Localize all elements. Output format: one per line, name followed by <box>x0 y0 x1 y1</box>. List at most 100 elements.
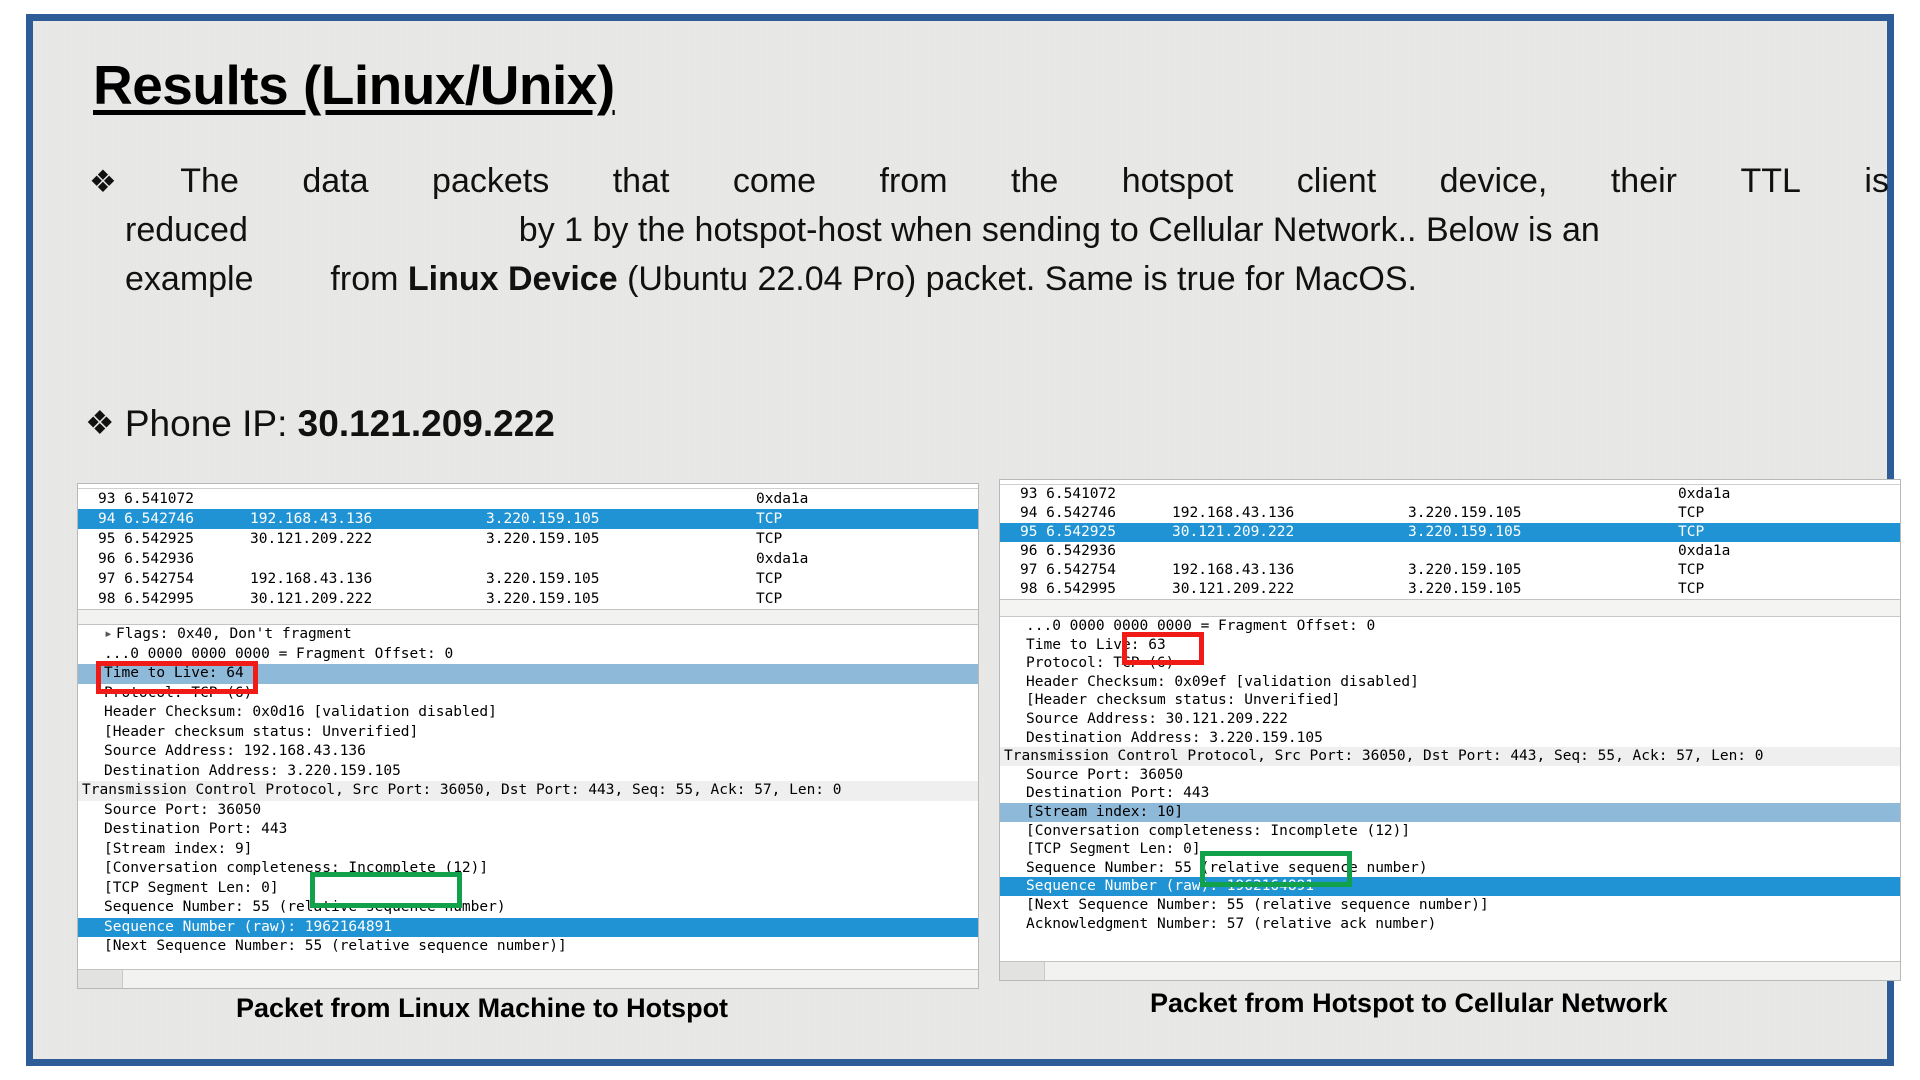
packet-detail-field-text: Source Address: 30.121.209.222 <box>1026 710 1288 727</box>
packet-detail-field[interactable]: [Header checksum status: Unverified] <box>1000 691 1900 710</box>
status-bar <box>78 969 978 988</box>
packet-source <box>1116 542 1408 561</box>
packet-number-and-time: 95 6.542925 <box>1019 524 1116 540</box>
packet-detail-field-text: [TCP Segment Len: 0] <box>104 879 279 896</box>
packet-detail-field[interactable]: Source Address: 192.168.43.136 <box>78 742 978 762</box>
packet-destination <box>486 489 756 509</box>
packet-destination: 3.220.159.105 <box>486 571 600 587</box>
packet-detail-field-text: ...0 0000 0000 0000 = Fragment Offset: 0 <box>104 645 454 662</box>
packet-detail-field[interactable]: [Next Sequence Number: 55 (relative sequ… <box>1000 896 1900 915</box>
packet-detail-field[interactable]: [TCP Segment Len: 0] <box>78 879 978 899</box>
packet-source: 30.121.209.222 <box>250 591 373 607</box>
packet-detail-field[interactable]: ...0 0000 0000 0000 = Fragment Offset: 0 <box>1000 617 1900 636</box>
packet-detail-field[interactable]: [Next Sequence Number: 55 (relative sequ… <box>78 937 978 957</box>
packet-list-row[interactable]: 94 6.542746 192.168.43.136 3.220.159.105 TC… <box>78 509 978 529</box>
packet-list-row[interactable]: 97 6.542754 192.168.43.136 3.220.159.105 TC… <box>78 569 978 589</box>
packet-number-and-time: 94 6.542746 <box>97 511 194 527</box>
packet-detail-field[interactable]: Transmission Control Protocol, Src Port:… <box>78 781 978 801</box>
packet-list-row[interactable]: 96 6.542936 0xda1a <box>78 549 978 569</box>
packet-detail-field[interactable]: ▸ Flags: 0x40, Don't fragment <box>78 625 978 645</box>
packet-protocol: TCP <box>1678 505 1705 521</box>
packet-detail-field[interactable]: Protocol: TCP (6) <box>78 684 978 704</box>
packet-detail-field[interactable]: Destination Port: 443 <box>1000 784 1900 803</box>
packet-detail-field[interactable]: Time to Live: 64 <box>78 664 978 684</box>
packet-protocol: 0xda1a <box>1678 543 1731 559</box>
bullet-word: come <box>732 162 817 200</box>
packet-detail-field-text: Sequence Number (raw): 1962164891 <box>1026 878 1315 895</box>
packet-list-right[interactable]: 93 6.541072 0xda1a 94 6.542746 192.168.43.1… <box>1000 485 1900 599</box>
status-bar-nub <box>78 970 123 988</box>
packet-detail-field[interactable]: Source Port: 36050 <box>78 801 978 821</box>
packet-detail-field-text: [Stream index: 9] <box>104 840 253 857</box>
packet-list-row[interactable]: 93 6.541072 0xda1a <box>1000 485 1900 504</box>
bullet-word: from <box>879 162 948 200</box>
status-bar <box>1000 961 1900 980</box>
packet-detail-field-text: [Next Sequence Number: 55 (relative sequ… <box>1026 896 1489 913</box>
packet-detail-right[interactable]: ...0 0000 0000 0000 = Fragment Offset: 0… <box>1000 617 1900 934</box>
packet-detail-field[interactable]: Sequence Number (raw): 1962164891 <box>1000 877 1900 896</box>
packet-detail-field-text: [Conversation completeness: Incomplete (… <box>104 860 489 876</box>
packet-detail-field[interactable]: [Conversation completeness: Incomplete (… <box>1000 822 1900 841</box>
packet-detail-field[interactable]: Destination Address: 3.220.159.105 <box>1000 729 1900 748</box>
bullet-word: their <box>1610 162 1677 200</box>
packet-detail-field-text: Sequence Number: 55 (relative sequence n… <box>104 899 506 915</box>
packet-detail-field-text: [Next Sequence Number: 55 (relative sequ… <box>104 938 567 954</box>
packet-source: 192.168.43.136 <box>1172 505 1295 521</box>
packet-detail-field[interactable]: Sequence Number (raw): 1962164891 <box>78 917 978 937</box>
packet-detail-field[interactable]: Transmission Control Protocol, Src Port:… <box>1000 747 1900 766</box>
packet-detail-field[interactable]: Acknowledgment Number: 57 (relative ack … <box>1000 915 1900 934</box>
packet-source: 192.168.43.136 <box>250 511 373 527</box>
packet-detail-field[interactable]: Time to Live: 63 <box>1000 636 1900 655</box>
packet-detail-field[interactable]: [Stream index: 10] <box>1000 802 1900 822</box>
slide: Results (Linux/Unix) ❖ The data packets … <box>0 0 1920 1080</box>
packet-list-row[interactable]: 95 6.542925 30.121.209.222 3.220.159.105 TC… <box>78 529 978 549</box>
packet-list-row[interactable]: 98 6.542995 30.121.209.222 3.220.159.105 TC… <box>1000 580 1900 599</box>
packet-detail-field[interactable]: [Conversation completeness: Incomplete (… <box>78 859 978 879</box>
packet-detail-field[interactable]: Sequence Number: 55 (relative sequence n… <box>78 898 978 918</box>
packet-detail-field[interactable]: [Stream index: 9] <box>78 840 978 860</box>
packet-detail-field-text: Time to Live: 64 <box>104 665 244 681</box>
bullet-text-tail: (Ubuntu 22.04 Pro) packet. Same is true … <box>617 260 1417 298</box>
expand-arrow-icon[interactable]: ▸ <box>104 625 116 645</box>
packet-detail-field[interactable]: Destination Address: 3.220.159.105 <box>78 762 978 782</box>
packet-list-row[interactable]: 98 6.542995 30.121.209.222 3.220.159.105 TC… <box>78 589 978 609</box>
packet-number-and-time: 96 6.542936 <box>1019 543 1116 559</box>
packet-source <box>1116 485 1408 504</box>
pane-divider <box>78 609 978 625</box>
packet-detail-field[interactable]: Source Port: 36050 <box>1000 766 1900 785</box>
packet-detail-field[interactable]: Source Address: 30.121.209.222 <box>1000 710 1900 729</box>
packet-list-row[interactable]: 95 6.542925 30.121.209.222 3.220.159.105 TC… <box>1000 523 1900 542</box>
packet-detail-field[interactable]: ...0 0000 0000 0000 = Fragment Offset: 0 <box>78 645 978 665</box>
bullet-word: data <box>302 162 369 200</box>
packet-destination <box>1408 542 1678 561</box>
packet-list-row[interactable]: 96 6.542936 0xda1a <box>1000 542 1900 561</box>
bullet-word: is <box>1864 162 1889 200</box>
packet-detail-field[interactable]: Destination Port: 443 <box>78 820 978 840</box>
packet-destination <box>1408 485 1678 504</box>
bullet-word: TTL <box>1740 162 1801 200</box>
bullet-paragraph-1: ❖ The data packets that come from the ho… <box>89 157 1891 304</box>
packet-list-row[interactable]: 94 6.542746 192.168.43.136 3.220.159.105 TC… <box>1000 504 1900 523</box>
packet-detail-field[interactable]: [Header checksum status: Unverified] <box>78 723 978 743</box>
packet-source: 192.168.43.136 <box>250 571 373 587</box>
packet-destination <box>486 549 756 569</box>
diamond-bullet-icon: ❖ <box>85 404 115 441</box>
packet-detail-field[interactable]: [TCP Segment Len: 0] <box>1000 840 1900 859</box>
packet-protocol: TCP <box>1678 524 1705 540</box>
packet-protocol: TCP <box>1678 581 1705 597</box>
packet-detail-field-text: Transmission Control Protocol, Src Port:… <box>1004 748 1764 765</box>
packet-detail-field-text: Protocol: TCP (6) <box>1026 655 1175 672</box>
bullet-word: The <box>180 162 239 200</box>
wireshark-screenshot-left: 93 6.541072 0xda1a 94 6.542746 192.168.43.1… <box>77 483 979 989</box>
packet-list-row[interactable]: 93 6.541072 0xda1a <box>78 489 978 509</box>
packet-destination: 3.220.159.105 <box>1408 562 1522 578</box>
packet-list-left[interactable]: 93 6.541072 0xda1a 94 6.542746 192.168.43.1… <box>78 489 978 609</box>
packet-detail-left[interactable]: ▸ Flags: 0x40, Don't fragment ...0 0000 00… <box>78 625 978 957</box>
bullet-text-linux-device: Linux Device <box>407 260 618 298</box>
packet-list-row[interactable]: 97 6.542754 192.168.43.136 3.220.159.105 TC… <box>1000 561 1900 580</box>
packet-detail-field[interactable]: Sequence Number: 55 (relative sequence n… <box>1000 859 1900 878</box>
packet-detail-field[interactable]: Header Checksum: 0x09ef [validation disa… <box>1000 673 1900 692</box>
caption-left: Packet from Linux Machine to Hotspot <box>236 993 729 1023</box>
packet-detail-field[interactable]: Protocol: TCP (6) <box>1000 654 1900 673</box>
packet-detail-field[interactable]: Header Checksum: 0x0d16 [validation disa… <box>78 703 978 723</box>
